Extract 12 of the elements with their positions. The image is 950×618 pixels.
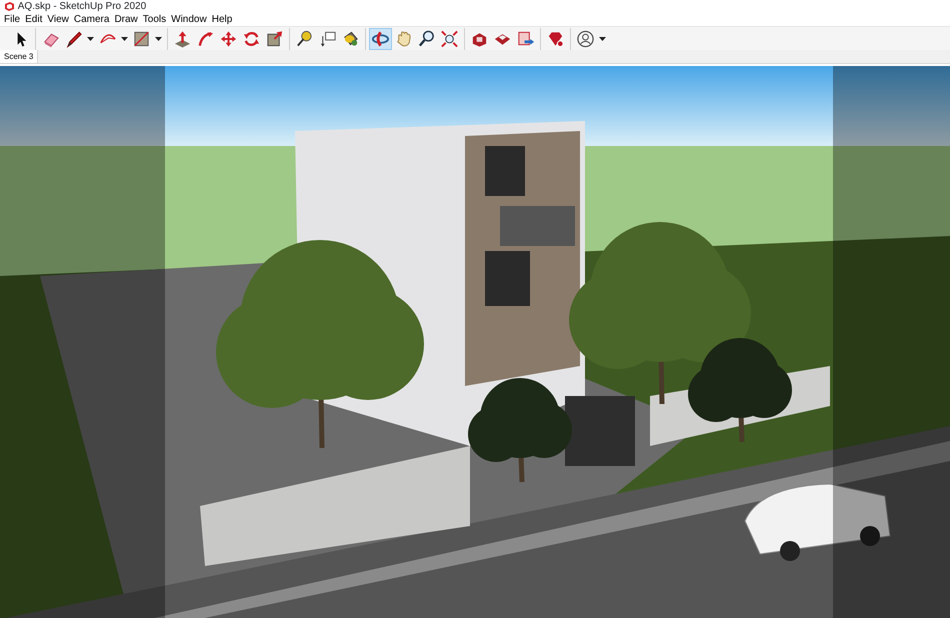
scene-tab[interactable]: Scene 3 (0, 50, 38, 63)
orbit-icon[interactable] (369, 28, 392, 50)
menu-item[interactable]: Tools (142, 13, 170, 26)
menu-item[interactable]: File (3, 13, 24, 26)
menu-item[interactable]: Camera (72, 13, 114, 26)
window-title: AQ.skp - SketchUp Pro 2020 (18, 0, 146, 13)
app-logo-icon (4, 1, 15, 12)
menu-item[interactable]: Edit (24, 13, 46, 26)
menu-item[interactable]: View (46, 13, 73, 26)
menu-item[interactable]: Window (170, 13, 211, 26)
menu-item[interactable]: Help (210, 13, 236, 26)
menu-item[interactable]: Draw (113, 13, 142, 26)
